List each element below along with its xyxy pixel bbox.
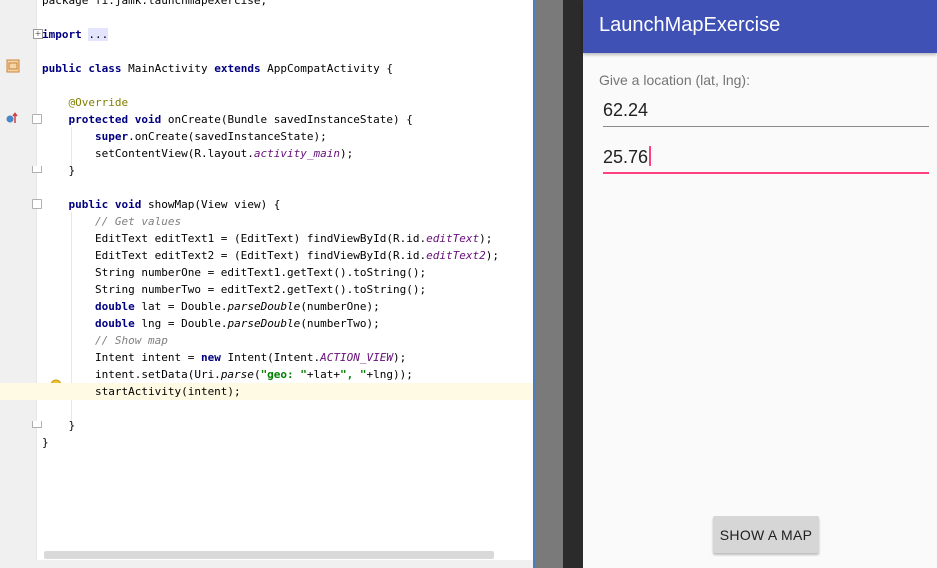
- code-line[interactable]: EditText editText1 = (EditText) findView…: [42, 230, 533, 247]
- app-title: LaunchMapExercise: [599, 14, 781, 36]
- code-token: parseDouble: [227, 300, 301, 313]
- code-token: );: [393, 351, 407, 364]
- code-token: startActivity(intent);: [42, 385, 241, 398]
- code-token: ...: [88, 28, 109, 41]
- code-token: parse: [220, 368, 254, 381]
- code-token: +lat+: [306, 368, 341, 381]
- code-token: intent.setData(Uri.: [42, 368, 221, 381]
- code-token: super: [94, 130, 129, 143]
- code-token: ACTION_VIEW: [320, 351, 394, 364]
- code-token: editText2: [426, 249, 486, 262]
- code-token: String numberOne = editText1.getText().t…: [42, 266, 427, 279]
- code-token: public void: [68, 198, 142, 211]
- code-line[interactable]: intent.setData(Uri.parse("geo: "+lat+", …: [42, 366, 533, 383]
- code-token: EditText editText2 = (EditText) findView…: [42, 249, 427, 262]
- code-token: lng = Double.: [134, 317, 228, 330]
- code-line[interactable]: protected void onCreate(Bundle savedInst…: [42, 111, 533, 128]
- code-line[interactable]: Intent intent = new Intent(Intent.ACTION…: [42, 349, 533, 366]
- input-underline-focused: [603, 172, 929, 174]
- latitude-value: 62.24: [603, 100, 649, 120]
- code-token: double: [94, 317, 135, 330]
- code-line[interactable]: package fi.jamk.launchmapexercise;: [42, 0, 533, 9]
- code-line[interactable]: // Get values: [42, 213, 533, 230]
- code-token: (numberOne);: [300, 300, 380, 313]
- code-token: "geo: ": [260, 368, 307, 381]
- code-token: parseDouble: [227, 317, 301, 330]
- code-line[interactable]: String numberTwo = editText2.getText().t…: [42, 281, 533, 298]
- code-token: +lng));: [366, 368, 413, 381]
- code-token: Intent intent =: [42, 351, 201, 364]
- code-line[interactable]: super.onCreate(savedInstanceState);: [42, 128, 533, 145]
- code-token: extends: [214, 62, 261, 75]
- code-token: activity_main: [253, 147, 341, 160]
- code-line[interactable]: EditText editText2 = (EditText) findView…: [42, 247, 533, 264]
- code-line[interactable]: // Show map: [42, 332, 533, 349]
- code-line[interactable]: }: [42, 434, 533, 451]
- code-token: }: [42, 164, 76, 177]
- latitude-input[interactable]: 62.24: [603, 99, 929, 127]
- code-area[interactable]: package fi.jamk.launchmapexercise; import…: [0, 0, 533, 560]
- code-line[interactable]: String numberOne = editText1.getText().t…: [42, 264, 533, 281]
- code-token: ", ": [340, 368, 367, 381]
- code-token: .onCreate(savedInstanceState);: [128, 130, 327, 143]
- code-token: AppCompatActivity {: [260, 62, 394, 75]
- code-line[interactable]: }: [42, 417, 533, 434]
- code-token: MainActivity: [121, 62, 215, 75]
- code-token: new: [200, 351, 221, 364]
- code-line[interactable]: double lat = Double.parseDouble(numberOn…: [42, 298, 533, 315]
- longitude-value: 25.76: [603, 147, 649, 167]
- location-prompt-label: Give a location (lat, lng):: [599, 72, 750, 88]
- code-token: // Show map: [42, 334, 168, 347]
- code-line[interactable]: }: [42, 162, 533, 179]
- code-token: showMap(View view) {: [141, 198, 281, 211]
- longitude-input[interactable]: 25.76: [603, 146, 929, 174]
- emulator-bezel: [563, 0, 583, 568]
- code-line[interactable]: @Override: [42, 94, 533, 111]
- horizontal-scrollbar-thumb[interactable]: [44, 551, 494, 559]
- app-bar: LaunchMapExercise: [583, 0, 937, 53]
- code-token: double: [94, 300, 135, 313]
- code-token: }: [42, 419, 76, 432]
- code-token: editText: [426, 232, 480, 245]
- code-token: );: [485, 249, 499, 262]
- code-token: EditText editText1 = (EditText) findView…: [42, 232, 427, 245]
- code-editor[interactable]: + package fi.jamk.launchmapexercise; impo…: [0, 0, 533, 568]
- code-token: public class: [42, 62, 122, 75]
- code-line[interactable]: setContentView(R.layout.activity_main);: [42, 145, 533, 162]
- code-token: (numberTwo);: [300, 317, 380, 330]
- code-token: lat = Double.: [134, 300, 228, 313]
- code-line[interactable]: startActivity(intent);: [0, 383, 533, 400]
- code-token: onCreate(Bundle savedInstanceState) {: [161, 113, 413, 126]
- code-token: );: [340, 147, 354, 160]
- code-token: String numberTwo = editText2.getText().t…: [42, 283, 427, 296]
- code-token: @Override: [42, 96, 129, 109]
- code-token: }: [42, 436, 49, 449]
- code-token: import: [42, 28, 82, 41]
- text-cursor: [649, 146, 652, 166]
- code-token: (: [253, 368, 261, 381]
- code-line[interactable]: public void showMap(View view) {: [42, 196, 533, 213]
- code-token: );: [479, 232, 493, 245]
- code-line[interactable]: public class MainActivity extends AppCom…: [42, 60, 533, 77]
- code-token: protected void: [68, 113, 162, 126]
- emulator-screen: LaunchMapExercise Give a location (lat, …: [583, 0, 937, 568]
- code-line[interactable]: double lng = Double.parseDouble(numberTw…: [42, 315, 533, 332]
- code-token: package fi.jamk.launchmapexercise;: [42, 0, 268, 7]
- code-token: Intent(Intent.: [220, 351, 321, 364]
- code-token: // Get values: [42, 215, 182, 228]
- horizontal-scrollbar-track[interactable]: [0, 560, 533, 568]
- input-underline: [603, 126, 929, 127]
- code-token: setContentView(R.layout.: [42, 147, 254, 160]
- code-line[interactable]: import ...: [42, 26, 533, 43]
- show-map-button[interactable]: SHOW A MAP: [713, 516, 819, 553]
